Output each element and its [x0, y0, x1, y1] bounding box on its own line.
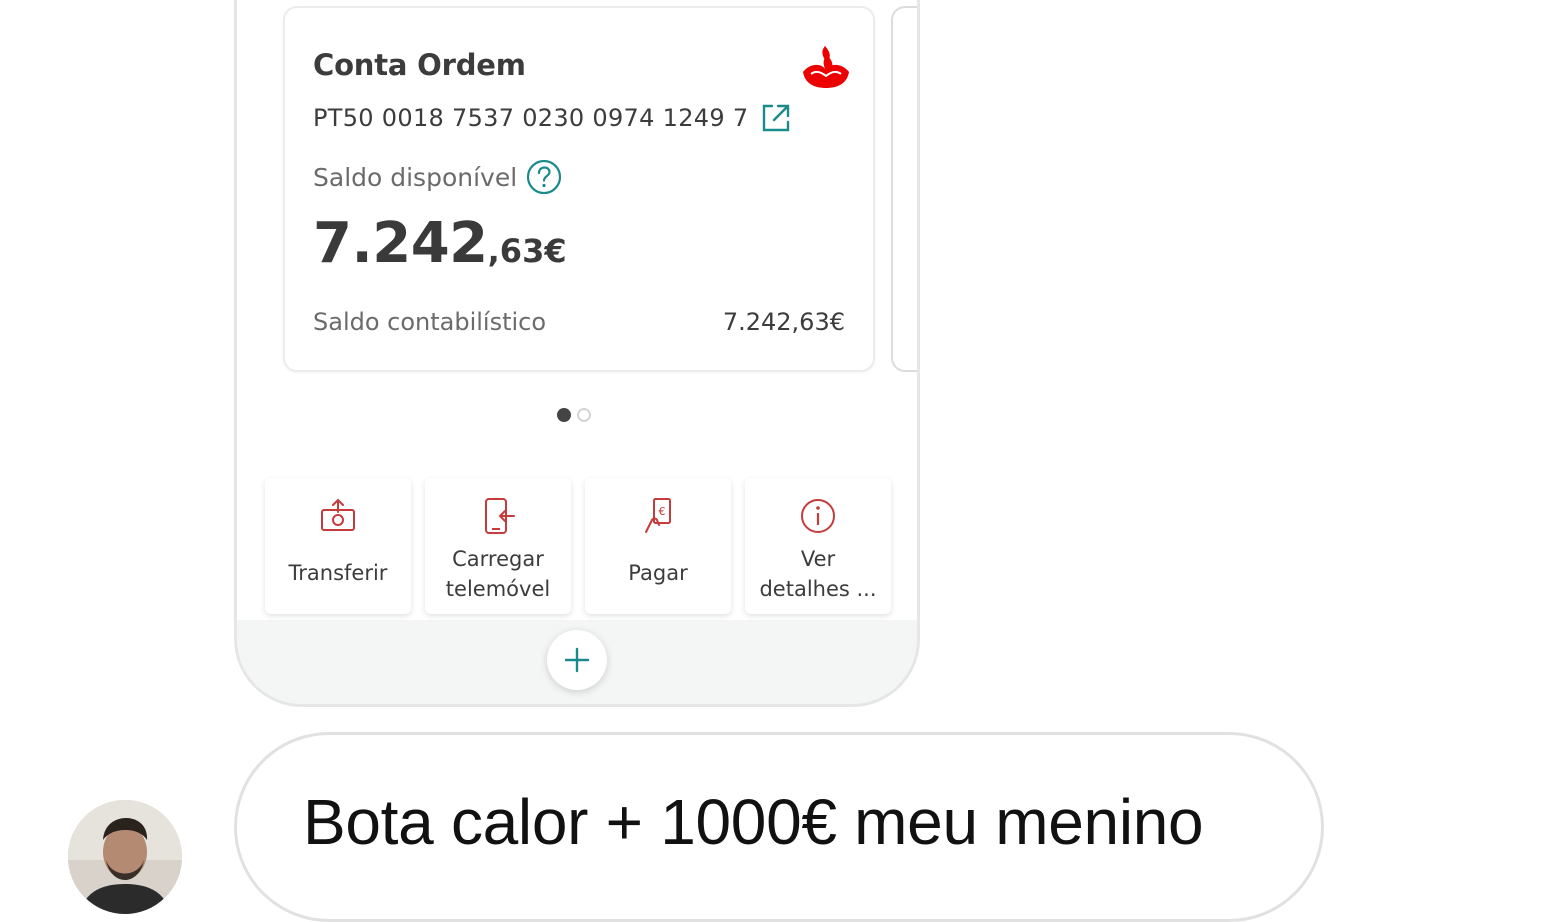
pay-label: Pagar [628, 561, 688, 585]
transfer-button[interactable]: Transferir [265, 478, 411, 614]
balance-integer: 7.242 [313, 211, 488, 276]
transfer-label: Transferir [288, 561, 388, 585]
pay-icon: € [645, 498, 671, 533]
iban-text: PT50 0018 7537 0230 0974 1249 7 [313, 104, 749, 132]
transfer-icon [321, 498, 355, 531]
accounting-balance-value: 7.242,63€ [722, 308, 845, 336]
available-balance-row: Saldo disponível [313, 158, 563, 196]
carousel-pagination [557, 408, 591, 422]
accounting-balance-label: Saldo contabilístico [313, 308, 547, 336]
iban-row: PT50 0018 7537 0230 0974 1249 7 [313, 100, 794, 136]
next-card-peek[interactable] [891, 6, 917, 372]
phone-topup-label: Carregar telemóvel [445, 547, 551, 601]
svg-text:€: € [659, 505, 666, 518]
phone-topup-button[interactable]: Carregar telemóvel [425, 478, 571, 614]
help-icon[interactable] [525, 158, 563, 196]
share-icon[interactable] [758, 100, 794, 136]
balance-decimal: ,63€ [487, 232, 567, 270]
add-button[interactable] [547, 630, 607, 690]
info-icon [801, 499, 835, 533]
accounting-balance-row: Saldo contabilístico 7.242,63€ [313, 308, 845, 336]
pagination-dot-active[interactable] [557, 408, 571, 422]
available-balance-label: Saldo disponível [313, 162, 518, 192]
view-details-label: Ver detalhes ... [759, 547, 877, 601]
available-balance-value: 7.242,63€ [313, 211, 567, 276]
avatar[interactable] [68, 800, 182, 914]
view-details-button[interactable]: Ver detalhes ... [745, 478, 891, 614]
account-card[interactable]: Conta Ordem PT50 0018 7537 0230 0974 124… [283, 6, 875, 372]
account-name: Conta Ordem [313, 48, 526, 82]
plus-icon [564, 647, 590, 673]
quick-actions: Transferir Carregar telemóvel € Pagar Ve… [265, 478, 891, 614]
phone-topup-icon [485, 498, 515, 534]
santander-logo-icon [803, 46, 849, 88]
message-bubble[interactable]: Bota calor + 1000€ meu menino [234, 732, 1324, 922]
pay-button[interactable]: € Pagar [585, 478, 731, 614]
pagination-dot[interactable] [577, 408, 591, 422]
message-text: Bota calor + 1000€ meu menino [303, 786, 1204, 858]
avatar-photo [68, 800, 182, 914]
shared-screenshot: Conta Ordem PT50 0018 7537 0230 0974 124… [234, 0, 920, 707]
